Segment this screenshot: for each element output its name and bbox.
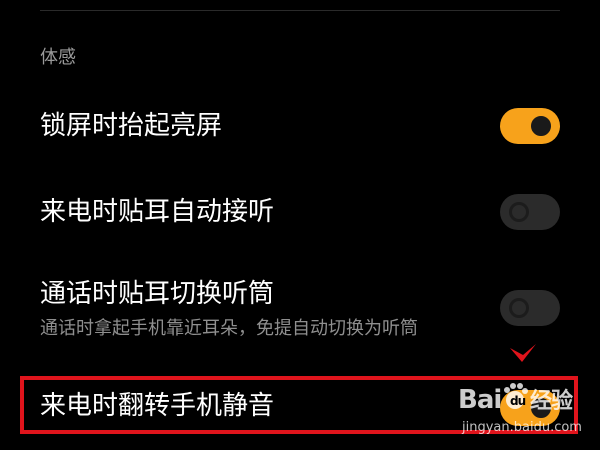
toggle-knob: [509, 202, 529, 222]
toggle-knob: [509, 298, 529, 318]
auto-answer-toggle[interactable]: [500, 194, 560, 230]
section-title: 体感: [40, 47, 76, 68]
setting-title: 来电时贴耳自动接听: [40, 197, 275, 227]
switch-earpiece-toggle[interactable]: [500, 290, 560, 326]
setting-title: 通话时贴耳切换听筒: [40, 279, 275, 309]
setting-row-switch-earpiece[interactable]: 通话时贴耳切换听筒 通话时拿起手机靠近耳朵，免提自动切换为听筒: [0, 276, 600, 346]
setting-title: 锁屏时抬起亮屏: [40, 111, 223, 141]
setting-row-auto-answer[interactable]: 来电时贴耳自动接听: [0, 194, 600, 234]
arrow-annotation-icon: [510, 344, 536, 362]
setting-subtitle: 通话时拿起手机靠近耳朵，免提自动切换为听筒: [40, 318, 418, 339]
setting-row-raise-to-wake[interactable]: 锁屏时抬起亮屏: [0, 108, 600, 148]
highlight-annotation-box: [20, 376, 578, 434]
raise-to-wake-toggle[interactable]: [500, 108, 560, 144]
toggle-knob: [531, 116, 551, 136]
top-divider: [40, 10, 560, 11]
